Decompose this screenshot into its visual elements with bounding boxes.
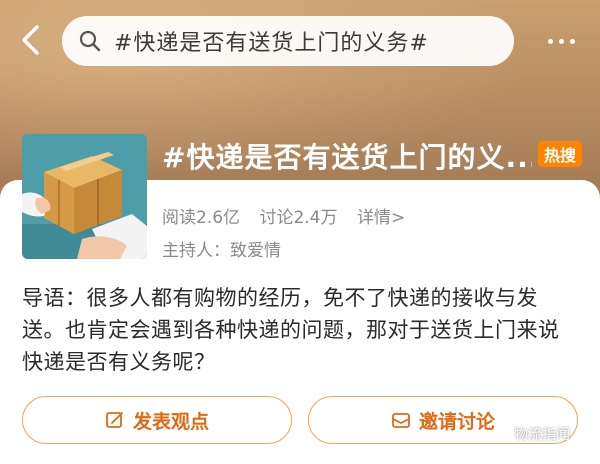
- more-dots-icon: [547, 38, 553, 44]
- invite-icon: [392, 413, 410, 428]
- watermark-text: 物流指闻: [514, 427, 570, 443]
- topic-title: #快递是否有送货上门的义...: [162, 141, 532, 174]
- invite-discussion-label: 邀请讨论: [418, 410, 495, 433]
- search-input[interactable]: #快递是否有送货上门的义务#: [62, 16, 514, 66]
- edit-icon: [106, 412, 123, 428]
- details-link[interactable]: 详情>: [357, 208, 405, 228]
- topic-host: 主持人：致爱情: [162, 241, 281, 261]
- more-options-button[interactable]: [536, 26, 586, 56]
- topic-thumbnail[interactable]: [22, 134, 147, 259]
- search-icon: [79, 30, 101, 52]
- chevron-left-icon: [22, 25, 39, 55]
- post-opinion-label: 发表观点: [132, 410, 209, 433]
- discussion-count: 讨论2.4万: [259, 208, 338, 228]
- hot-search-badge: 热搜: [538, 141, 582, 167]
- wechat-icon: [492, 427, 510, 441]
- topic-stats: 阅读2.6亿 讨论2.4万 详情>: [162, 203, 419, 228]
- back-button[interactable]: [10, 20, 50, 60]
- package-delivery-image: [22, 134, 147, 259]
- read-count: 阅读2.6亿: [162, 208, 241, 228]
- more-dots-icon: [558, 38, 564, 44]
- more-dots-icon: [569, 38, 575, 44]
- watermark: 物流指闻: [492, 424, 570, 444]
- search-query: #快递是否有送货上门的义务#: [114, 31, 429, 56]
- post-opinion-button[interactable]: 发表观点: [22, 396, 292, 444]
- topic-intro: 导语：很多人都有购物的经历，免不了快递的接收与发送。也肯定会遇到各种快递的问题，…: [22, 286, 560, 374]
